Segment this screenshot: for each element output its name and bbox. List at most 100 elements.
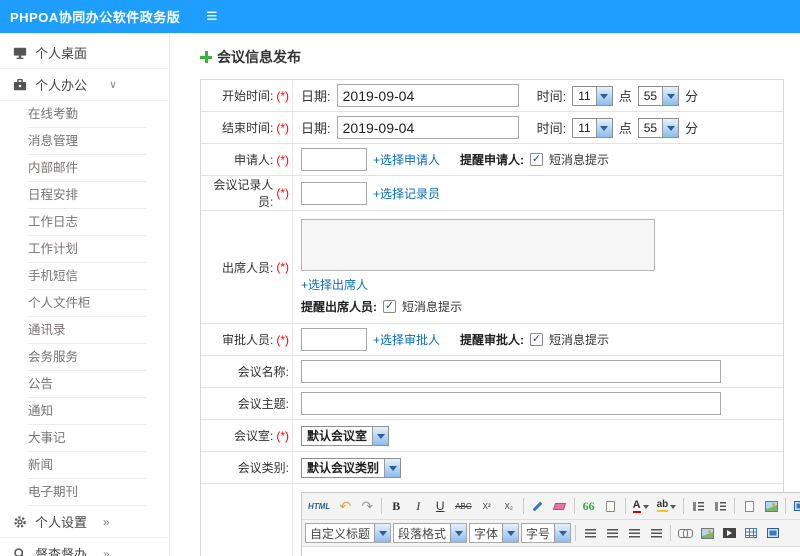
chevron-right-icon: »	[103, 514, 110, 529]
sidebar-item-internal-mail[interactable]: 内部邮件	[28, 155, 146, 182]
insert-grid-button[interactable]	[763, 523, 783, 543]
attendees-sms-checkbox[interactable]	[383, 300, 396, 313]
sidebar-item-message-management[interactable]: 消息管理	[28, 128, 146, 155]
insert-image-button[interactable]	[761, 496, 781, 516]
sidebar-item-sms[interactable]: 手机短信	[28, 263, 146, 290]
undo-button[interactable]: ↶	[335, 496, 355, 516]
end-hour-select[interactable]: 11	[572, 117, 613, 138]
align-left-button[interactable]	[580, 523, 600, 543]
choose-attendees-link[interactable]: +选择出席人	[301, 276, 368, 293]
underline-button[interactable]: U	[430, 496, 450, 516]
font-family-select[interactable]: 字体	[469, 523, 520, 543]
field-label: 申请人: (*)	[201, 144, 293, 175]
insert-link-button[interactable]	[675, 523, 695, 543]
new-page-button[interactable]	[739, 496, 759, 516]
sidebar-item-personal-office[interactable]: 个人办公 ∨	[0, 69, 169, 101]
fullscreen-button[interactable]	[790, 496, 800, 516]
meeting-topic-input[interactable]	[301, 392, 721, 415]
subscript-button[interactable]: X₂	[499, 496, 519, 516]
sidebar-item-online-attendance[interactable]: 在线考勤	[28, 101, 146, 128]
sidebar-item-file-cabinet[interactable]: 个人文件柜	[28, 290, 146, 317]
app-title: PHPOA协同办公软件政务版	[10, 10, 181, 25]
select-arrow-icon	[372, 426, 389, 445]
start-date-input[interactable]	[336, 84, 519, 107]
image-icon	[764, 500, 778, 512]
italic-button[interactable]: I	[408, 496, 428, 516]
end-minute-select[interactable]: 55	[637, 117, 680, 138]
insert-picture-button[interactable]	[697, 523, 717, 543]
choose-recorder-link[interactable]: +选择记录员	[373, 185, 440, 202]
editor-content-area[interactable]	[302, 547, 800, 556]
sidebar-item-e-journal[interactable]: 电子期刊	[28, 479, 146, 506]
insert-media-button[interactable]	[719, 523, 739, 543]
sidebar-item-events[interactable]: 大事记	[28, 425, 146, 452]
meeting-room-select[interactable]: 默认会议室	[301, 425, 390, 446]
toolbar-separator	[573, 498, 575, 514]
sidebar-item-label: 个人办公	[35, 78, 88, 93]
form-row-content-editor: HTML ↶ ↷ B I U ABC X² X₂ 66 A ab 自定义标题 段…	[201, 484, 800, 556]
date-label: 日期:	[301, 121, 331, 136]
fullscreen-icon	[794, 501, 800, 511]
meeting-name-input[interactable]	[301, 360, 721, 383]
align-justify-icon	[650, 528, 662, 538]
paragraph-format-select[interactable]: 段落格式	[393, 523, 468, 543]
html-source-button[interactable]: HTML	[305, 496, 333, 516]
sidebar-item-news[interactable]: 新闻	[28, 452, 146, 479]
ordered-list-button[interactable]	[688, 496, 708, 516]
choose-applicant-link[interactable]: +选择申请人	[373, 151, 440, 168]
form-row-approver: 审批人员:(*) +选择审批人 提醒审批人: 短消息提示	[201, 324, 783, 356]
select-arrow-icon	[384, 458, 401, 477]
field-label: 会议室: (*)	[201, 420, 293, 451]
select-arrow-icon	[450, 524, 467, 542]
sms-label: 短消息提示	[549, 333, 610, 347]
sidebar-item-supervision[interactable]: 督查督办 »	[0, 538, 169, 556]
recorder-input[interactable]	[301, 181, 367, 205]
heading-style-select[interactable]: 自定义标题	[305, 523, 392, 543]
toolbar-separator	[670, 525, 672, 541]
sidebar-item-work-plan[interactable]: 工作计划	[28, 236, 146, 263]
paste-button[interactable]	[601, 496, 621, 516]
remove-format-button[interactable]	[550, 496, 570, 516]
table-icon	[745, 528, 758, 538]
superscript-button[interactable]: X²	[477, 496, 497, 516]
sidebar-item-notice[interactable]: 通知	[28, 398, 146, 425]
sidebar-item-schedule[interactable]: 日程安排	[28, 182, 146, 209]
redo-button[interactable]: ↷	[357, 496, 377, 516]
approver-input[interactable]	[301, 328, 367, 351]
highlight-color-button[interactable]: ab	[654, 496, 680, 516]
briefcase-icon	[12, 77, 27, 92]
start-hour-select[interactable]: 11	[572, 85, 613, 106]
sidebar-item-personal-desktop[interactable]: 个人桌面	[0, 37, 169, 69]
topbar: PHPOA协同办公软件政务版 ≡	[0, 0, 800, 33]
end-date-input[interactable]	[336, 116, 519, 139]
magnifier-icon	[12, 546, 27, 556]
font-color-button[interactable]: A	[630, 496, 652, 516]
sidebar-item-contacts[interactable]: 通讯录	[28, 317, 146, 344]
strikethrough-button[interactable]: ABC	[452, 496, 474, 516]
sidebar-item-announcement[interactable]: 公告	[28, 371, 146, 398]
blockquote-button[interactable]: 66	[579, 496, 599, 516]
applicant-input[interactable]	[301, 148, 367, 171]
attendees-textarea[interactable]	[301, 219, 655, 271]
format-brush-button[interactable]	[528, 496, 548, 516]
toolbar-separator	[683, 498, 685, 514]
sidebar-item-work-log[interactable]: 工作日志	[28, 209, 146, 236]
unordered-list-button[interactable]	[710, 496, 730, 516]
start-minute-select[interactable]: 55	[637, 85, 680, 106]
choose-approver-link[interactable]: +选择审批人	[373, 331, 440, 348]
unordered-list-icon	[714, 501, 726, 511]
align-left-icon	[584, 528, 596, 538]
sidebar-item-meeting-service[interactable]: 会务服务	[28, 344, 146, 371]
insert-table-button[interactable]	[741, 523, 761, 543]
align-justify-button[interactable]	[646, 523, 666, 543]
bold-button[interactable]: B	[386, 496, 406, 516]
approver-sms-checkbox[interactable]	[530, 333, 544, 346]
align-center-button[interactable]	[602, 523, 622, 543]
align-right-button[interactable]	[624, 523, 644, 543]
font-size-select[interactable]: 字号	[521, 523, 572, 543]
hamburger-menu-icon[interactable]: ≡	[206, 7, 217, 26]
applicant-sms-checkbox[interactable]	[530, 153, 544, 166]
add-plus-icon	[200, 51, 212, 63]
meeting-category-select[interactable]: 默认会议类别	[301, 457, 402, 478]
sidebar-item-personal-settings[interactable]: 个人设置 »	[0, 506, 169, 538]
